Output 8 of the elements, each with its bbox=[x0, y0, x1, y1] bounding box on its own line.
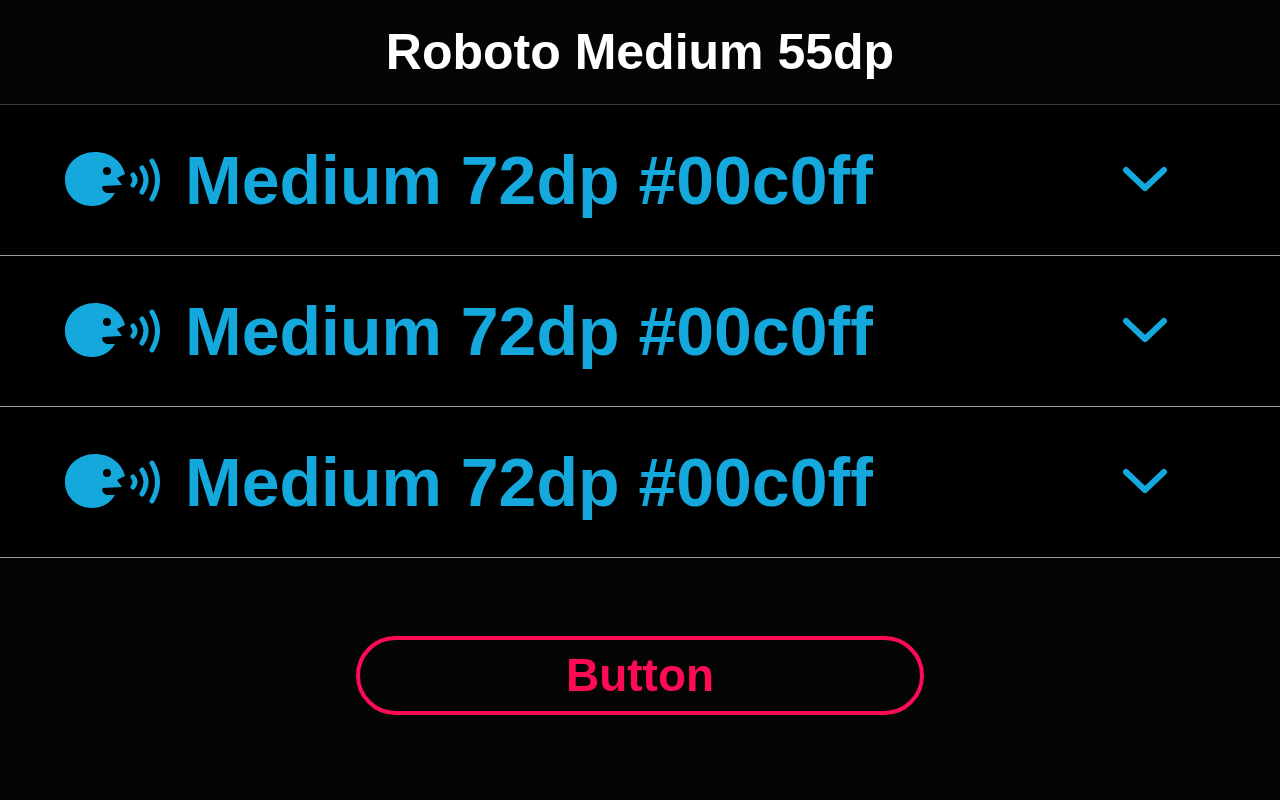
list-row[interactable]: Medium 72dp #00c0ff bbox=[0, 407, 1280, 558]
list-row[interactable]: Medium 72dp #00c0ff bbox=[0, 256, 1280, 407]
screen-title: Roboto Medium 55dp bbox=[385, 27, 895, 77]
chevron-down-icon[interactable] bbox=[1122, 468, 1168, 496]
outlined-button[interactable]: Button bbox=[356, 635, 924, 715]
list-row[interactable]: Medium 72dp #00c0ff bbox=[0, 105, 1280, 256]
chevron-down-icon[interactable] bbox=[1122, 166, 1168, 194]
chevron-down-icon[interactable] bbox=[1122, 317, 1168, 345]
